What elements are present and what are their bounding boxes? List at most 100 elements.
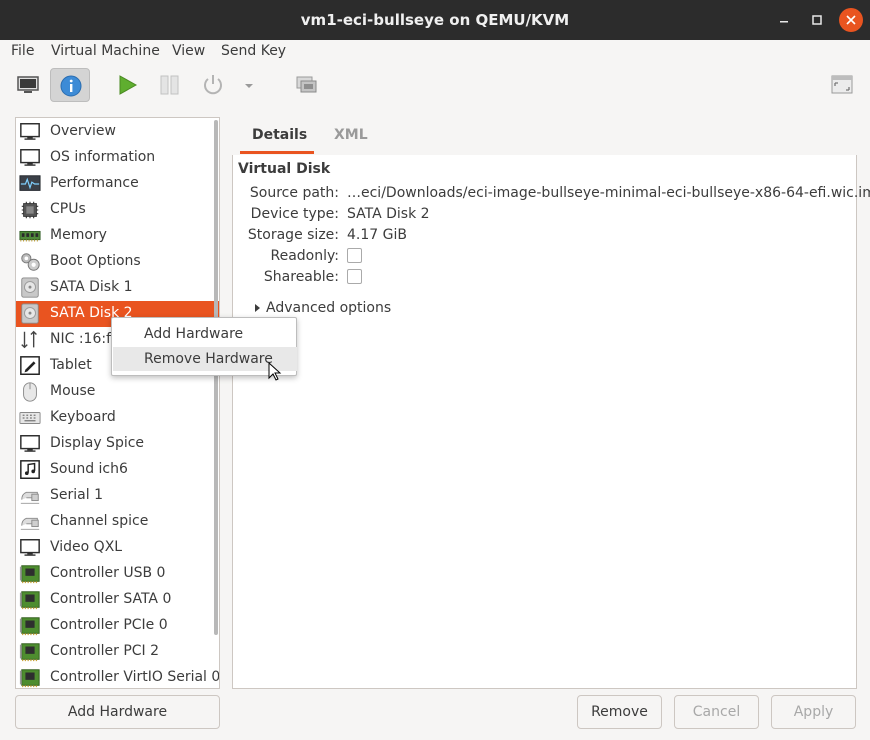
sidebar-item-display-spice[interactable]: Display Spice (16, 431, 219, 457)
menu-virtual-machine[interactable]: Virtual Machine (51, 43, 160, 59)
sidebar-item-controller-sata-0[interactable]: Controller SATA 0 (16, 587, 219, 613)
hardware-list[interactable]: Overview OS information Performance CPUs Mem… (15, 117, 220, 689)
dropdown-icon (245, 84, 253, 88)
advanced-options-expander[interactable]: Advanced options (255, 300, 391, 316)
sidebar-item-mouse[interactable]: Mouse (16, 379, 219, 405)
sidebar-item-label: Mouse (50, 383, 96, 399)
expander-arrow-icon (255, 304, 260, 312)
sidebar-item-label: Serial 1 (50, 487, 103, 503)
monitor-icon (20, 539, 40, 556)
details-pane (232, 117, 857, 689)
sidebar-item-controller-virtio-serial-0[interactable]: Controller VirtIO Serial 0 (16, 665, 219, 688)
performance-icon (19, 175, 41, 191)
sidebar-item-controller-pci-2[interactable]: Controller PCI 2 (16, 639, 219, 665)
sidebar-item-label: Controller SATA 0 (50, 591, 172, 607)
add-hardware-button[interactable]: Add Hardware (15, 695, 220, 729)
readonly-label: Readonly: (270, 248, 340, 264)
sound-icon (20, 460, 40, 479)
window-title: vm1-eci-bullseye on QEMU/KVM (300, 11, 570, 29)
sidebar-item-keyboard[interactable]: Keyboard (16, 405, 219, 431)
sidebar-item-serial-1[interactable]: Serial 1 (16, 483, 219, 509)
fullscreen-button[interactable] (822, 68, 862, 102)
controller-icon (19, 669, 40, 688)
context-add-hardware[interactable]: Add Hardware (113, 322, 297, 346)
shutdown-menu-button[interactable] (233, 68, 263, 102)
source-path-label: Source path: (249, 185, 339, 201)
close-icon (846, 15, 856, 25)
console-button[interactable] (8, 68, 48, 102)
monitor-icon (20, 123, 40, 140)
sidebar-item-sata-disk-1[interactable]: SATA Disk 1 (16, 275, 219, 301)
tab-bar: Details XML (232, 117, 857, 155)
maximize-button[interactable] (805, 8, 829, 32)
sidebar-item-label: Controller PCI 2 (50, 643, 160, 659)
sidebar-item-label: OS information (50, 149, 156, 165)
sidebar-item-label: Controller USB 0 (50, 565, 166, 581)
sidebar-item-label: Video QXL (50, 539, 123, 555)
serial-icon (20, 491, 40, 504)
sidebar-item-overview[interactable]: Overview (16, 119, 219, 145)
controller-icon (19, 591, 40, 610)
mouse-icon (23, 382, 37, 402)
source-path-value: …eci/Downloads/eci-image-bullseye-minima… (347, 185, 870, 201)
menu-file[interactable]: File (11, 43, 34, 59)
cancel-button[interactable]: Cancel (674, 695, 759, 729)
sidebar-item-cpus[interactable]: CPUs (16, 197, 219, 223)
sidebar-item-label: NIC :16:fe (50, 331, 120, 347)
sidebar-item-label: SATA Disk 1 (50, 279, 133, 295)
sidebar-item-os-information[interactable]: OS information (16, 145, 219, 171)
sidebar-item-video-qxl[interactable]: Video QXL (16, 535, 219, 561)
network-icon (21, 330, 37, 349)
context-remove-hardware-label: Remove Hardware (144, 351, 273, 367)
sidebar-item-memory[interactable]: Memory (16, 223, 219, 249)
maximize-icon (812, 15, 822, 25)
readonly-checkbox[interactable] (347, 248, 362, 263)
apply-button[interactable]: Apply (771, 695, 856, 729)
menu-send-key[interactable]: Send Key (221, 43, 286, 59)
storage-size-label: Storage size: (247, 227, 339, 243)
sidebar-item-controller-usb-0[interactable]: Controller USB 0 (16, 561, 219, 587)
remove-button[interactable]: Remove (577, 695, 662, 729)
sidebar-item-controller-pcie-0[interactable]: Controller PCIe 0 (16, 613, 219, 639)
sidebar-item-boot-options[interactable]: Boot Options (16, 249, 219, 275)
sidebar-item-label: Tablet (50, 357, 92, 373)
sidebar-item-performance[interactable]: Performance (16, 171, 219, 197)
fullscreen-icon (831, 75, 853, 94)
gear-icon (21, 253, 40, 271)
close-button[interactable] (839, 8, 863, 32)
power-icon (204, 75, 222, 95)
shareable-checkbox[interactable] (347, 269, 362, 284)
title-bar[interactable]: vm1-eci-bullseye on QEMU/KVM (0, 0, 870, 40)
sidebar-item-label: Controller PCIe 0 (50, 617, 168, 633)
minimize-button[interactable] (772, 8, 796, 32)
screenshot-button[interactable] (286, 68, 326, 102)
shutdown-button[interactable] (193, 68, 233, 102)
cpu-icon (21, 201, 39, 219)
monitor-icon (17, 76, 39, 93)
pause-icon (160, 75, 179, 95)
sidebar-item-channel-spice[interactable]: Channel spice (16, 509, 219, 535)
run-button[interactable] (107, 68, 147, 102)
virtual-disk-heading: Virtual Disk (238, 161, 331, 177)
sidebar-item-label: Display Spice (50, 435, 145, 451)
context-add-hardware-label: Add Hardware (144, 326, 244, 342)
vm-details-window: vm1-eci-bullseye on QEMU/KVM File Virtua… (0, 0, 870, 740)
disk-icon (21, 277, 39, 298)
sidebar-item-label: Keyboard (50, 409, 116, 425)
sidebar-item-sound-ich6[interactable]: Sound ich6 (16, 457, 219, 483)
menu-view[interactable]: View (172, 43, 205, 59)
memory-icon (19, 230, 41, 242)
tab-xml[interactable]: XML (334, 127, 368, 143)
hardware-list-scrollbar[interactable] (214, 120, 218, 635)
mouse-cursor-icon (268, 362, 282, 381)
controller-icon (19, 643, 40, 662)
details-view-button[interactable] (50, 68, 90, 102)
minimize-icon (780, 21, 788, 23)
tab-details[interactable]: Details (252, 127, 307, 143)
screenshot-icon (296, 76, 317, 93)
disk-icon (21, 303, 39, 324)
sidebar-item-label: Overview (50, 123, 116, 139)
serial-icon (20, 517, 40, 530)
pause-button[interactable] (150, 68, 190, 102)
menu-bar: File Virtual Machine View Send Key (0, 40, 870, 64)
